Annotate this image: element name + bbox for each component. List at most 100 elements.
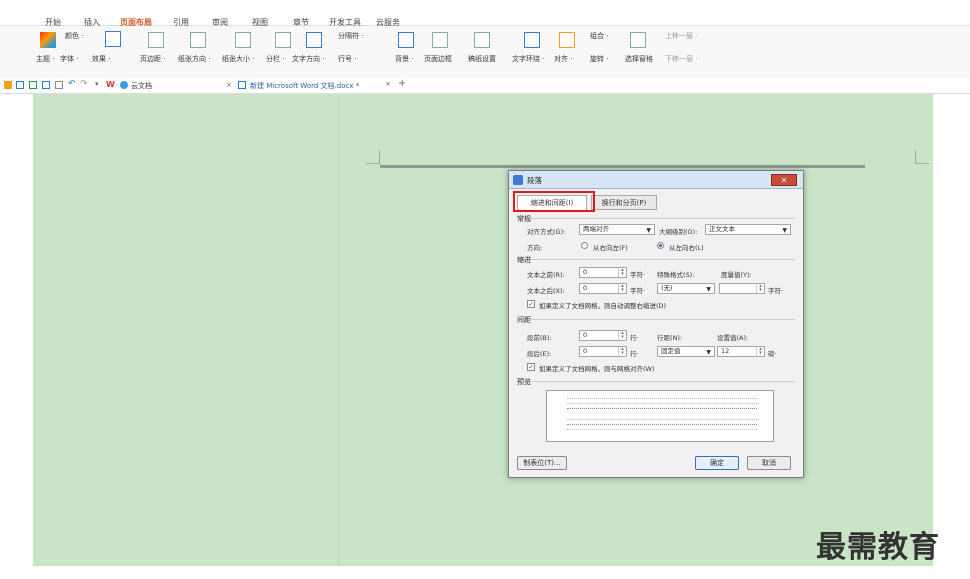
orientation-button[interactable]: 纸张方向 · (178, 54, 210, 64)
before-label: 段前(B): (527, 334, 552, 342)
special-format-select[interactable]: (无) ▼ (657, 283, 715, 294)
unit-char[interactable]: 字符· (630, 269, 645, 279)
spinner-icon[interactable]: ▴ ▾ (756, 347, 764, 356)
unit-char[interactable]: 字符· (630, 285, 645, 295)
grid-paper-icon[interactable] (474, 32, 490, 48)
tabs-button[interactable]: 制表位(T)... (517, 456, 567, 470)
colors-button[interactable]: 颜色 · (65, 31, 83, 41)
measure-input[interactable]: ▴ ▾ (719, 283, 765, 294)
spinner-icon[interactable]: ▴ ▾ (618, 268, 626, 277)
line-numbers-button[interactable]: 行号 · (338, 54, 356, 64)
highlight-box (513, 191, 595, 212)
spinner-icon[interactable]: ▴ ▾ (756, 284, 764, 293)
background-button[interactable]: 背景 · (395, 54, 413, 64)
unit-line[interactable]: 行· (630, 332, 639, 342)
effects-icon[interactable] (105, 31, 121, 47)
save-icon[interactable] (16, 81, 24, 89)
grid-indent-checkbox[interactable]: ✓ (527, 300, 535, 308)
redo-icon[interactable]: ↷ (80, 79, 88, 89)
rotate-button[interactable]: 旋转 · (590, 54, 608, 64)
export-icon[interactable] (29, 81, 37, 89)
rtl-label: 从右向左(F) (593, 244, 628, 252)
folder-icon[interactable] (4, 81, 12, 89)
preview-line (567, 419, 757, 421)
align-icon[interactable] (559, 32, 575, 48)
dropdown-arrow-icon: ▼ (782, 227, 787, 234)
before-input[interactable]: 0 ▴ ▾ (579, 330, 627, 341)
new-tab-button[interactable]: + (398, 78, 406, 89)
columns-icon[interactable] (275, 32, 291, 48)
page-border-button[interactable]: 页面边框 (424, 54, 452, 64)
section-spacing: 间距 (517, 316, 531, 324)
before-text-input[interactable]: 0 ▴ ▾ (579, 267, 627, 278)
selection-pane-button[interactable]: 选择窗格 (625, 54, 653, 64)
preview-box (546, 390, 774, 442)
wrap-text-icon[interactable] (524, 32, 540, 48)
align-button[interactable]: 对齐 · (554, 54, 572, 64)
wrap-text-button[interactable]: 文字环绕 · (512, 54, 544, 64)
line-spacing-select[interactable]: 固定值 ▼ (657, 346, 715, 357)
undo-icon[interactable]: ↶ (68, 79, 76, 89)
paper-size-button[interactable]: 纸张大小 · (222, 54, 254, 64)
tab-close-icon[interactable]: × (226, 81, 232, 89)
after-input[interactable]: 0 ▴ ▾ (579, 346, 627, 357)
quick-more-icon[interactable]: ▾ (95, 80, 99, 88)
divider (531, 319, 795, 320)
text-direction-button[interactable]: 文字方向 · (292, 54, 324, 64)
text-direction-icon[interactable] (306, 32, 322, 48)
cancel-button[interactable]: 取消 (747, 456, 791, 470)
setting-input[interactable]: 12 ▴ ▾ (717, 346, 765, 357)
after-text-input[interactable]: 0 ▴ ▾ (579, 283, 627, 294)
tab-close-icon[interactable]: × (385, 80, 391, 88)
paper-size-icon[interactable] (235, 32, 251, 48)
wps-icon (513, 175, 523, 185)
preview-icon[interactable] (55, 81, 63, 89)
unit-line[interactable]: 行· (630, 348, 639, 358)
theme-icon[interactable] (40, 32, 56, 48)
orientation-icon[interactable] (190, 32, 206, 48)
ltr-radio[interactable] (657, 242, 664, 249)
rtl-radio[interactable] (581, 242, 588, 249)
margins-button[interactable]: 页边距 · (140, 54, 165, 64)
bring-forward-button[interactable]: 上移一层 · (665, 31, 697, 41)
grid-indent-label: 如果定义了文档网格，则自动调整右缩进(D) (539, 302, 667, 310)
spinner-icon[interactable]: ▴ ▾ (618, 284, 626, 293)
send-backward-button[interactable]: 下移一层 · (665, 54, 697, 64)
theme-button[interactable]: 主题 · (36, 54, 54, 64)
breaks-button[interactable]: 分隔符 · (338, 31, 363, 41)
background-icon[interactable] (398, 32, 414, 48)
page-corner-mark (915, 150, 929, 164)
close-button[interactable]: ✕ (771, 174, 797, 186)
spinner-icon[interactable]: ▴ ▾ (618, 347, 626, 356)
group-button[interactable]: 组合 · (590, 31, 608, 41)
ribbon: 颜色 · 分隔符 · 组合 · 上移一层 · 主题 · 字体 · 效果 · 页边… (0, 26, 970, 78)
preview-line (567, 424, 757, 426)
selection-pane-icon[interactable] (630, 32, 646, 48)
section-indent: 缩进 (517, 256, 531, 264)
ltr-label: 从左向右(L) (669, 244, 704, 252)
print-icon[interactable] (42, 81, 50, 89)
align-select[interactable]: 两端对齐 ▼ (579, 224, 655, 235)
spinner-icon[interactable]: ▴ ▾ (618, 331, 626, 340)
cloud-icon (120, 81, 128, 89)
effects-button[interactable]: 效果 · (92, 54, 110, 64)
unit-char[interactable]: 字符· (768, 285, 783, 295)
columns-button[interactable]: 分栏 · (266, 54, 284, 64)
dialog-titlebar[interactable]: 段落 ✕ (509, 171, 803, 189)
margins-icon[interactable] (148, 32, 164, 48)
grid-paper-button[interactable]: 稿纸设置 (468, 54, 496, 64)
grid-align-checkbox[interactable]: ✓ (527, 363, 535, 371)
ok-button[interactable]: 确定 (695, 456, 739, 470)
tab-document[interactable]: 新建 Microsoft Word 文档.docx * (250, 81, 359, 91)
tab-line-page-breaks[interactable]: 换行和分页(P) (591, 195, 657, 210)
dropdown-arrow-icon: ▼ (646, 227, 651, 234)
divider (531, 381, 795, 382)
fonts-button[interactable]: 字体 · (60, 54, 78, 64)
align-value: 两端对齐 (583, 225, 609, 233)
outline-level-select[interactable]: 正文文本 ▼ (705, 224, 791, 235)
align-label: 对齐方式(G): (527, 228, 566, 236)
page-border-icon[interactable] (432, 32, 448, 48)
unit-pt[interactable]: 磅· (768, 348, 777, 358)
quick-access-bar: ↶ ↷ ▾ W 云文档 × 新建 Microsoft Word 文档.docx … (0, 78, 970, 94)
tab-cloud-docs[interactable]: 云文档 (131, 81, 152, 91)
